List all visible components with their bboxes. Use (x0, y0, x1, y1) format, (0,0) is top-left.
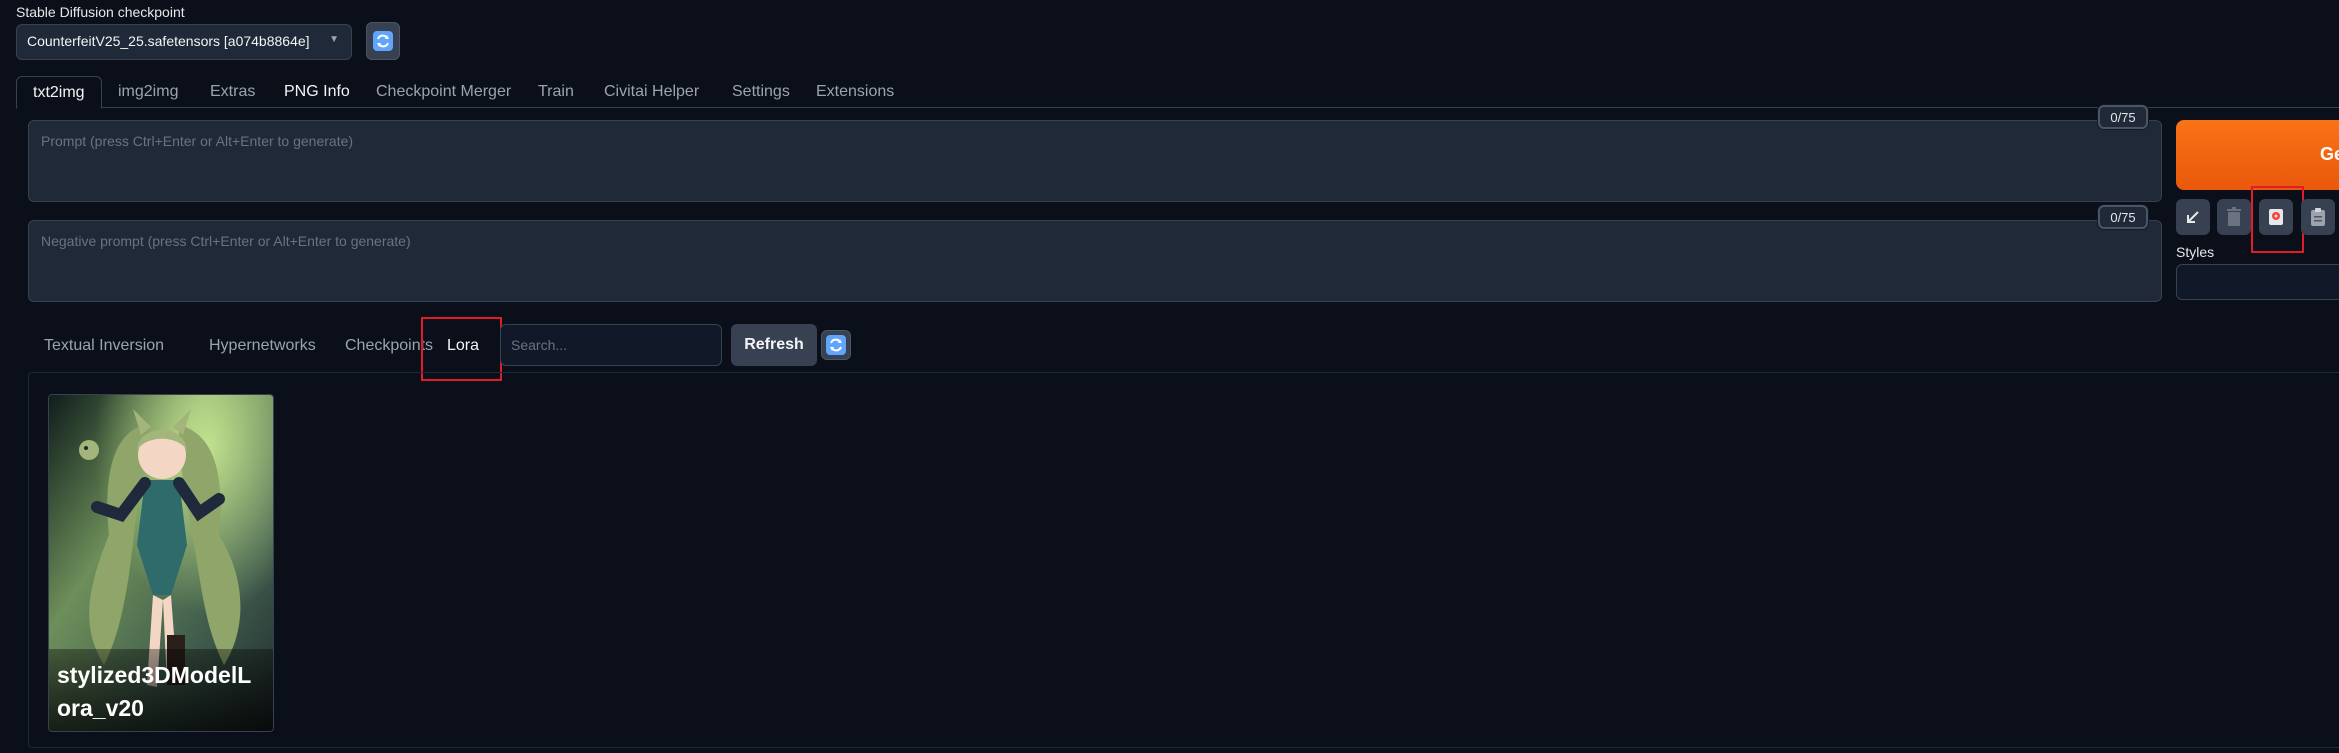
styles-label: Styles (2176, 244, 2215, 260)
refresh-button[interactable]: Refresh (731, 324, 817, 366)
prompt-placeholder: Prompt (press Ctrl+Enter or Alt+Enter to… (41, 133, 354, 149)
arrow-down-left-icon (2187, 211, 2199, 223)
checkpoint-selected-value: CounterfeitV25_25.safetensors [a074b8864… (27, 33, 310, 49)
prompt-token-counter: 0/75 (2098, 105, 2148, 129)
tab-textual-inversion[interactable]: Textual Inversion (28, 318, 180, 374)
trash-icon (2227, 207, 2241, 226)
negative-prompt-placeholder: Negative prompt (press Ctrl+Enter or Alt… (41, 233, 411, 249)
tab-train[interactable]: Train (522, 76, 590, 108)
read-generation-params-button[interactable] (2176, 199, 2210, 235)
generate-button[interactable]: Ge (2176, 120, 2339, 190)
tab-txt2img[interactable]: txt2img (16, 76, 102, 109)
lora-card[interactable]: stylized3DModelLora_v20 (48, 394, 274, 732)
prompt-textarea[interactable]: Prompt (press Ctrl+Enter or Alt+Enter to… (28, 120, 2162, 202)
refresh-checkpoints-button[interactable] (366, 22, 400, 60)
tab-hypernetworks[interactable]: Hypernetworks (193, 318, 332, 374)
main-tab-bar: txt2img img2img Extras PNG Info Checkpoi… (16, 76, 2339, 109)
clear-prompt-button[interactable] (2217, 199, 2251, 235)
negative-prompt-token-counter: 0/75 (2098, 205, 2148, 229)
highlight-box-extra-networks-button (2251, 186, 2304, 253)
generate-button-label: Ge (2320, 144, 2339, 164)
extra-networks-search-input[interactable]: Search... (500, 324, 722, 366)
chevron-down-icon: ▼ (329, 34, 339, 45)
refresh-extra-networks-button[interactable] (821, 330, 851, 360)
styles-dropdown[interactable] (2176, 264, 2339, 300)
tab-civitai-helper[interactable]: Civitai Helper (588, 76, 715, 108)
tab-img2img[interactable]: img2img (102, 76, 194, 108)
tab-checkpoint-merger[interactable]: Checkpoint Merger (360, 76, 527, 108)
clipboard-icon (2311, 208, 2325, 226)
checkpoint-dropdown[interactable]: CounterfeitV25_25.safetensors [a074b8864… (16, 24, 352, 60)
tab-settings[interactable]: Settings (716, 76, 806, 108)
extra-networks-tab-bar: Textual Inversion Hypernetworks Checkpoi… (28, 318, 2339, 374)
refresh-icon (826, 335, 846, 355)
tab-extras[interactable]: Extras (194, 76, 271, 108)
lora-card-name: stylized3DModelLora_v20 (49, 649, 273, 731)
checkpoint-label: Stable Diffusion checkpoint (16, 4, 185, 20)
tab-extensions[interactable]: Extensions (800, 76, 910, 108)
tab-png-info[interactable]: PNG Info (268, 76, 366, 108)
negative-prompt-textarea[interactable]: Negative prompt (press Ctrl+Enter or Alt… (28, 220, 2162, 302)
apply-styles-button[interactable] (2301, 199, 2335, 235)
refresh-icon (373, 31, 393, 51)
extra-networks-cards-panel (28, 372, 2339, 748)
